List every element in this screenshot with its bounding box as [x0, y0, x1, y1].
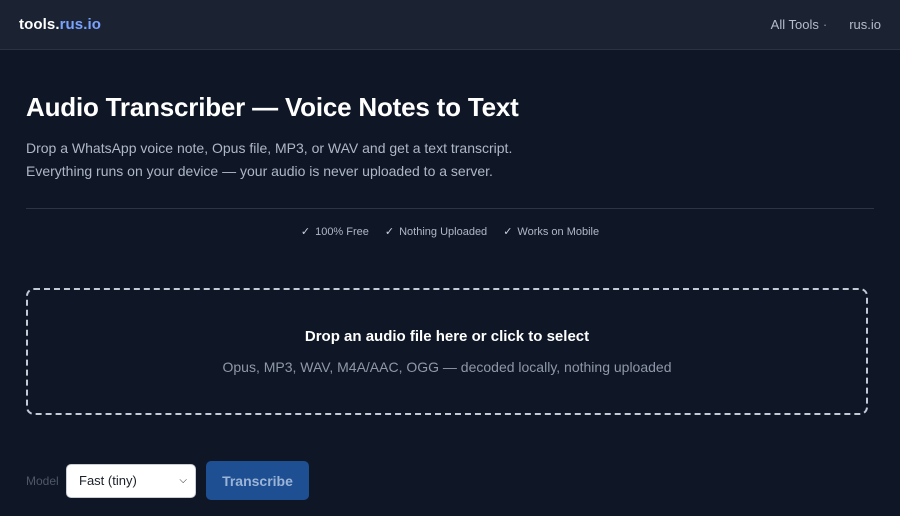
feature-badges: ✓ 100% Free ✓ Nothing Uploaded ✓ Works o… [26, 225, 874, 239]
badge-works-on-mobile: ✓ Works on Mobile [503, 225, 600, 239]
dropzone-title: Drop an audio file here or click to sele… [304, 328, 590, 345]
badge-label: Works on Mobile [517, 225, 600, 238]
description-line-1: Drop a WhatsApp voice note, Opus file, M… [26, 140, 513, 156]
divider [26, 208, 874, 209]
chevron-down-icon: ⌵ [179, 475, 187, 486]
transcribe-button[interactable]: Transcribe [206, 461, 309, 500]
description-line-2: Everything runs on your device — your au… [26, 163, 493, 179]
nav-all-tools[interactable]: All Tools [771, 17, 819, 32]
dropzone-subtitle: Opus, MP3, WAV, M4A/AAC, OGG — decoded l… [222, 359, 672, 375]
badge-label: Nothing Uploaded [399, 225, 488, 238]
badge-free: ✓ 100% Free [300, 225, 369, 239]
model-label: Model [26, 473, 59, 488]
check-icon: ✓ [384, 226, 395, 238]
audio-dropzone[interactable]: Drop an audio file here or click to sele… [26, 288, 868, 415]
nav-separator: · [822, 17, 828, 32]
badge-label: 100% Free [315, 225, 369, 238]
top-bar: tools.rus.io All Tools · rus.io [0, 0, 900, 50]
top-nav: All Tools · rus.io [771, 17, 881, 32]
main-content: Audio Transcriber — Voice Notes to Text … [0, 92, 900, 500]
logo-accent: rus.io [59, 16, 102, 33]
page-description: Drop a WhatsApp voice note, Opus file, M… [26, 137, 874, 183]
site-logo[interactable]: tools.rus.io [19, 16, 101, 33]
badge-nothing-uploaded: ✓ Nothing Uploaded [384, 225, 488, 239]
transcribe-controls: Model Fast (tiny) ⌵ Transcribe [26, 461, 874, 500]
logo-main: tools. [19, 16, 60, 33]
page-title: Audio Transcriber — Voice Notes to Text [26, 92, 519, 122]
check-icon: ✓ [300, 226, 311, 238]
model-selected-value: Fast (tiny) [79, 473, 137, 488]
model-select[interactable]: Fast (tiny) ⌵ [66, 463, 196, 498]
nav-rus-io[interactable]: rus.io [849, 17, 881, 32]
check-icon: ✓ [503, 226, 513, 238]
